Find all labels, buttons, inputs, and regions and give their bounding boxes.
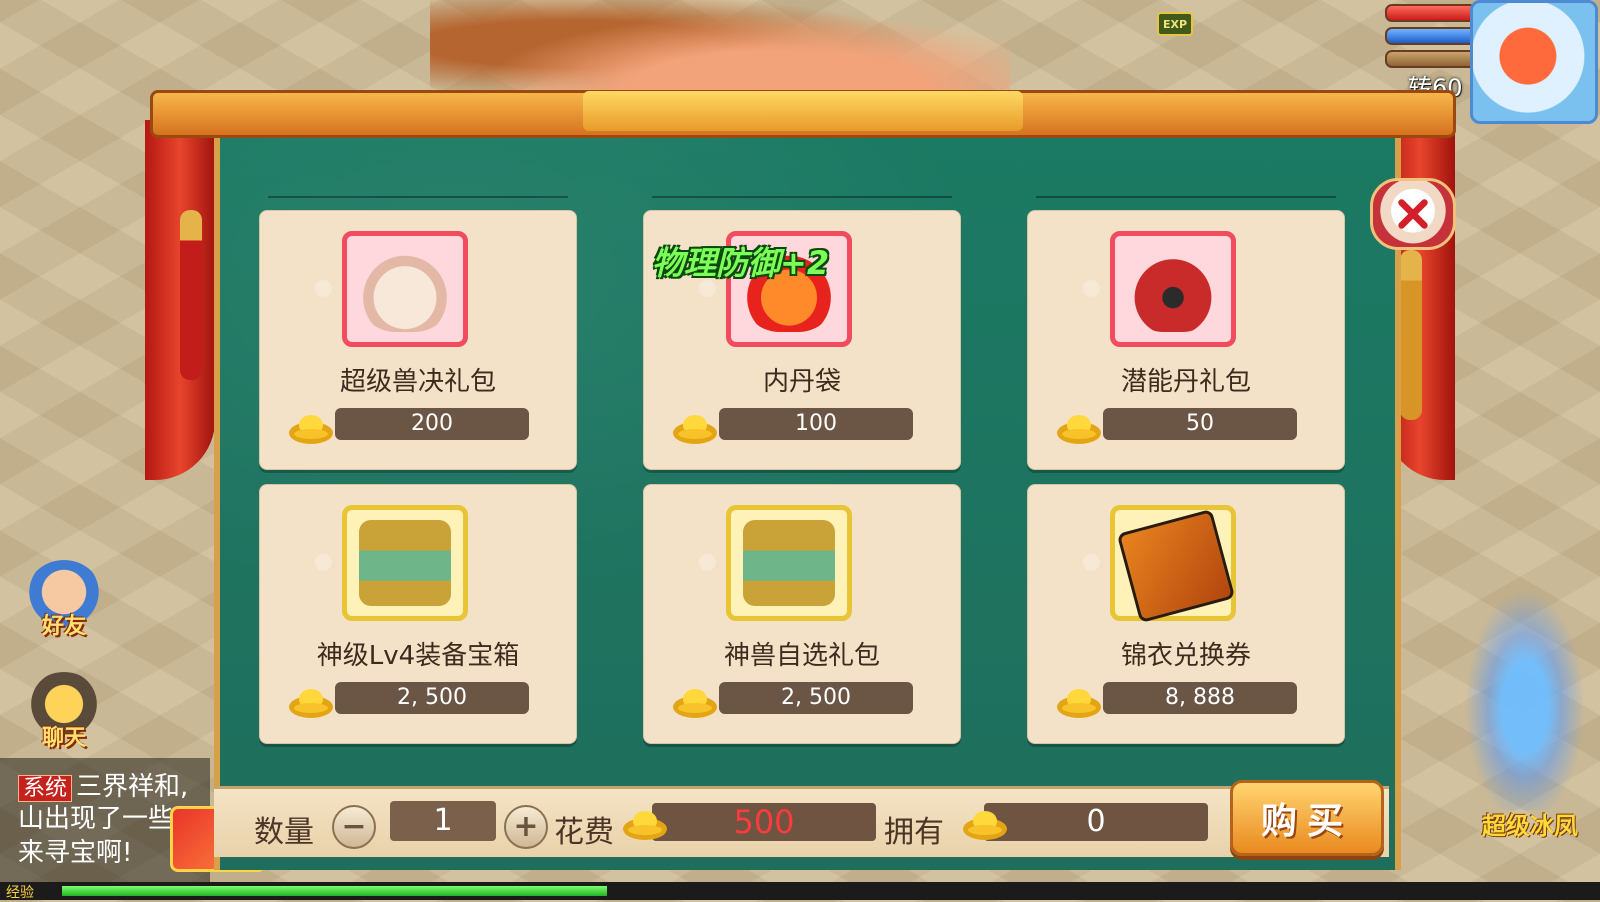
xp-bar (1385, 50, 1477, 68)
close-icon (1398, 199, 1428, 229)
owned-value: 0 (984, 803, 1208, 841)
divider (1036, 196, 1336, 198)
experience-label: 经验 (6, 885, 34, 901)
experience-bar: 经验 (0, 882, 1600, 901)
chat-label: 聊天 (41, 726, 86, 751)
friends-button[interactable]: 好友 (24, 560, 104, 640)
minus-icon: − (341, 809, 367, 844)
close-button[interactable] (1370, 178, 1456, 250)
quantity-input[interactable]: 1 (390, 801, 496, 841)
chat-button[interactable]: 聊天 (24, 672, 104, 752)
decrease-quantity-button[interactable]: − (332, 805, 376, 849)
item-icon-frame (1110, 505, 1236, 624)
item-price: 100 (719, 408, 913, 440)
buy-button[interactable]: 购买 (1230, 780, 1384, 856)
item-name: 潜能丹礼包 (1120, 367, 1251, 397)
tassel-ornament (180, 210, 202, 380)
voucher-icon (1116, 508, 1236, 624)
divider (652, 196, 952, 198)
gold-ingot-icon (623, 811, 667, 840)
item-name: 超级兽决礼包 (339, 367, 496, 397)
buff-popup-text: 物理防御+2 (652, 244, 830, 282)
tassel-ornament (1400, 250, 1422, 420)
pet-label: 超级冰凤 (1482, 812, 1578, 840)
increase-quantity-button[interactable]: + (504, 805, 548, 849)
gold-ingot-icon (673, 415, 717, 444)
plus-icon: + (513, 809, 539, 844)
item-name: 神兽自选礼包 (723, 641, 880, 671)
item-icon-frame (726, 505, 852, 621)
hp-bar (1385, 4, 1477, 22)
item-name: 内丹袋 (762, 367, 841, 397)
exp-badge: EXP (1157, 12, 1193, 36)
shop-item-card[interactable]: 神级Lv4装备宝箱 2, 500 (259, 484, 577, 744)
shop-item-card[interactable]: 超级兽决礼包 200 (259, 210, 577, 470)
item-price: 200 (335, 408, 529, 440)
gold-ingot-icon (289, 415, 333, 444)
owned-label: 拥有 (884, 815, 944, 850)
quantity-label: 数量 (254, 815, 314, 850)
divider (268, 196, 568, 198)
item-name: 神级Lv4装备宝箱 (316, 641, 520, 671)
friends-label: 好友 (41, 614, 86, 639)
cost-label: 花费 (554, 815, 614, 850)
shop-item-card[interactable]: 锦衣兑换券 8, 888 (1027, 484, 1345, 744)
item-price: 50 (1103, 408, 1297, 440)
gold-ingot-icon (963, 811, 1007, 840)
item-icon-frame (1110, 231, 1236, 347)
experience-fill (62, 886, 607, 896)
item-price: 2, 500 (719, 682, 913, 714)
treasure-chest-icon (359, 520, 451, 606)
mp-bar (1385, 27, 1477, 45)
gift-bag-icon (1127, 246, 1219, 332)
cost-value: 500 (652, 803, 876, 841)
gold-ingot-icon (1057, 415, 1101, 444)
purchase-bar: 数量 − 1 + 花费 500 拥有 0 (214, 786, 1389, 857)
player-status-bars (1385, 4, 1477, 73)
shop-item-card[interactable]: 神兽自选礼包 2, 500 (643, 484, 961, 744)
item-icon-frame (342, 505, 468, 621)
phoenix-pet-icon[interactable] (1460, 580, 1590, 810)
treasure-chest-icon (743, 520, 835, 606)
shop-item-card[interactable]: 潜能丹礼包 50 (1027, 210, 1345, 470)
gift-bag-icon (359, 246, 451, 332)
chat-line: 来寻宝啊! (18, 838, 133, 868)
panel-top-beam (150, 90, 1456, 138)
chat-line: 山出现了一些 (18, 804, 175, 834)
item-price: 2, 500 (335, 682, 529, 714)
item-name: 锦衣兑换券 (1120, 641, 1251, 671)
gold-ingot-icon (673, 689, 717, 718)
item-icon-frame (342, 231, 468, 347)
player-avatar[interactable] (1470, 0, 1598, 124)
item-price: 8, 888 (1103, 682, 1297, 714)
gold-ingot-icon (289, 689, 333, 718)
buy-button-label: 购买 (1260, 801, 1353, 842)
gold-ingot-icon (1057, 689, 1101, 718)
